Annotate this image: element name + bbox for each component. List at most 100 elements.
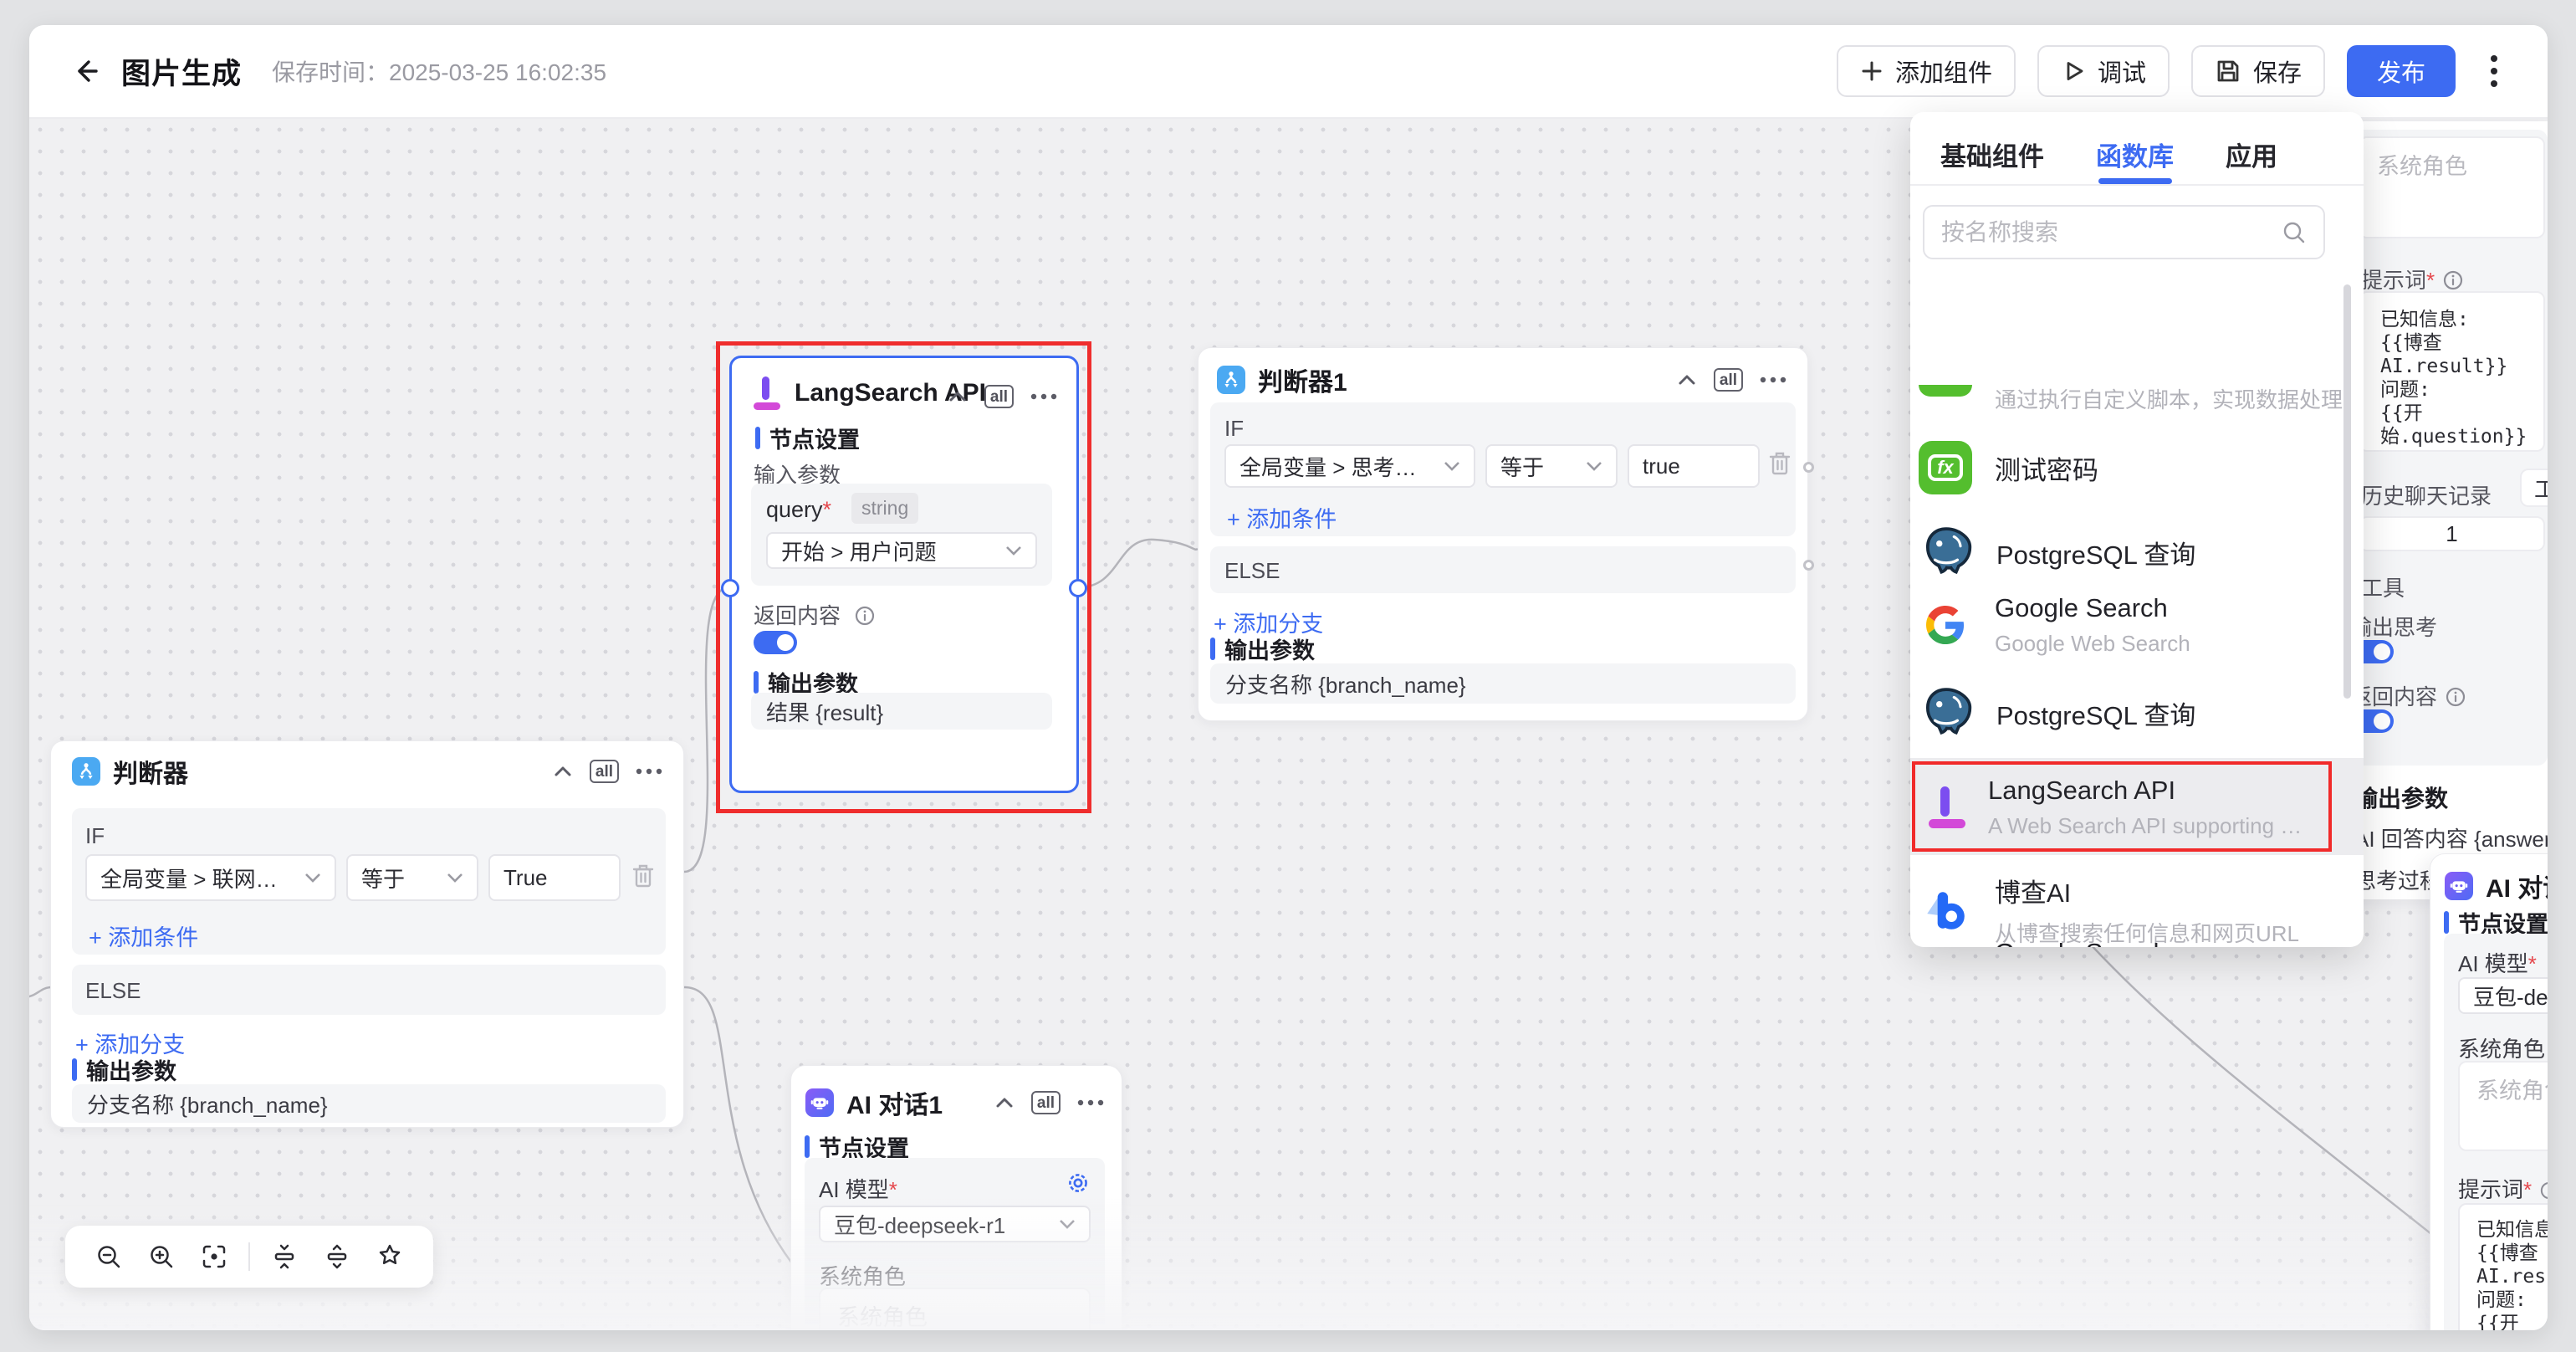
expand-all-icon[interactable] xyxy=(319,1238,355,1275)
node-more-icon[interactable] xyxy=(1759,376,1787,384)
add-condition-link[interactable]: + 添加条件 xyxy=(89,919,198,952)
system-role-textarea[interactable] xyxy=(2359,136,2545,238)
save-time: 保存时间：2025-03-25 16:02:35 xyxy=(272,54,606,88)
run-all-icon[interactable]: all xyxy=(590,760,619,783)
node-langsearch[interactable]: LangSearch API all 节点设置 输入参数 query* stri… xyxy=(729,356,1079,793)
collapse-icon[interactable] xyxy=(994,1092,1015,1114)
prompt-label: 提示词 xyxy=(2361,268,2426,293)
system-role-textarea[interactable] xyxy=(819,1288,1091,1330)
delete-condition-icon[interactable] xyxy=(1769,451,1791,480)
param-name: query xyxy=(766,497,823,522)
model-settings-gear-icon[interactable] xyxy=(1066,1171,1090,1199)
magic-star-icon[interactable] xyxy=(371,1238,408,1275)
header-actions: 添加组件 调试 保存 发布 xyxy=(1837,45,2511,97)
run-all-icon[interactable]: all xyxy=(984,385,1014,408)
save-button[interactable]: 保存 xyxy=(2191,45,2325,97)
toolbar-divider xyxy=(248,1242,250,1271)
condition-operator-select[interactable]: 等于 xyxy=(1485,444,1618,488)
edge-to-ai2 xyxy=(2062,912,2431,1234)
plus-icon xyxy=(1860,59,1883,83)
list-item-langsearch[interactable]: LangSearch APIA Web Search API supportin… xyxy=(1910,776,2364,839)
palette-tabs: 基础组件 函数库 应用 xyxy=(1910,112,2364,186)
info-icon xyxy=(2540,1180,2548,1205)
edge-langsearch-to-judge1 xyxy=(1079,540,1198,587)
node-more-icon[interactable] xyxy=(1076,1098,1105,1107)
info-icon xyxy=(849,606,875,631)
list-item[interactable]: Google SearchGoogle Web Search xyxy=(1910,938,2364,947)
langsearch-icon xyxy=(1929,786,1965,828)
delete-condition-icon[interactable] xyxy=(632,863,654,893)
model-select[interactable]: 豆包-deepseek-r1 xyxy=(2458,977,2548,1014)
add-component-button[interactable]: 添加组件 xyxy=(1837,45,2016,97)
prompt-box[interactable]: 已知信息: {{博查AI.result}} 问题: {{开始.question}… xyxy=(2359,291,2545,452)
node-judge[interactable]: 判断器 all IF 全局变量 > 联网查询 等于 + 添加条件 ELSE xyxy=(50,740,684,1128)
zoom-out-icon[interactable] xyxy=(90,1238,127,1275)
tab-basic-components[interactable]: 基础组件 xyxy=(1940,136,2044,184)
return-content-toggle[interactable] xyxy=(754,631,797,654)
chevron-down-icon xyxy=(1005,545,1022,556)
edge-judge-to-langsearch xyxy=(684,587,729,872)
fit-view-icon[interactable] xyxy=(196,1238,233,1275)
condition-value-input[interactable] xyxy=(488,854,621,901)
collapse-icon[interactable] xyxy=(947,386,969,407)
collapse-icon[interactable] xyxy=(1676,369,1698,391)
add-condition-link[interactable]: + 添加条件 xyxy=(1227,501,1337,534)
more-menu-icon[interactable] xyxy=(2477,45,2511,97)
list-item[interactable]: PostgreSQL 查询 xyxy=(1910,684,2364,742)
condition-value-input[interactable] xyxy=(1628,444,1760,488)
param-value-select[interactable]: 开始 > 用户问题 xyxy=(766,532,1037,569)
branch-port-else[interactable] xyxy=(1803,560,1814,571)
tab-apps[interactable]: 应用 xyxy=(2226,136,2277,184)
google-icon xyxy=(1919,606,1972,644)
condition-variable-select[interactable]: 全局变量 > 联网查询 xyxy=(85,854,336,901)
langsearch-node-icon xyxy=(754,376,782,410)
system-role-textarea[interactable] xyxy=(2458,1061,2548,1151)
node-title: 判断器1 xyxy=(1258,361,1347,398)
page-title: 图片生成 xyxy=(121,50,242,93)
save-icon xyxy=(2215,58,2241,84)
judge-node-icon xyxy=(72,757,100,786)
node-more-icon[interactable] xyxy=(635,767,663,776)
model-label: AI 模型 xyxy=(819,1177,889,1202)
list-item[interactable]: fx 测试密码 xyxy=(1910,441,2364,494)
node-more-icon[interactable] xyxy=(1030,392,1058,401)
output-port[interactable] xyxy=(1069,579,1087,597)
zoom-in-icon[interactable] xyxy=(143,1238,180,1275)
condition-variable-select[interactable]: 全局变量 > 思考过程 xyxy=(1224,444,1475,488)
list-item[interactable]: 博查AI从博查搜索任何信息和网页URL xyxy=(1910,872,2364,947)
list-item[interactable]: Google SearchGoogle Web Search xyxy=(1910,593,2364,657)
condition-operator-select[interactable]: 等于 xyxy=(346,854,478,901)
palette-list: 通过执行自定义脚本，实现数据处理 fx 测试密码 PostgreSQL 查询 G… xyxy=(1910,242,2364,947)
run-all-icon[interactable]: all xyxy=(1031,1091,1061,1114)
bocha-ai-icon xyxy=(1919,886,1972,935)
collapse-icon[interactable] xyxy=(552,760,574,782)
model-select[interactable]: 豆包-deepseek-r1 xyxy=(819,1206,1091,1242)
list-item-partial[interactable]: 通过执行自定义脚本，实现数据处理 xyxy=(1910,380,2364,414)
component-palette: 基础组件 函数库 应用 通过执行自定义脚本，实现数据处理 fx 测试密码 Po xyxy=(1910,112,2364,947)
chevron-down-icon xyxy=(1444,461,1460,472)
system-role-label: 系统角色 xyxy=(819,1260,906,1291)
prompt-box[interactable]: 已知信息: {{博查AI.result}} 问题: {{开始.question}… xyxy=(2458,1203,2548,1330)
history-unit-button[interactable]: 工 xyxy=(2520,469,2548,507)
run-all-icon[interactable]: all xyxy=(1714,368,1743,392)
if-label: IF xyxy=(1224,416,1244,442)
canvas-toolbar xyxy=(65,1226,433,1288)
node-ai-chat2[interactable]: AI 对话2 节点设置 AI 模型* 豆包-deepseek-r1 系统角色 提… xyxy=(2430,853,2548,1330)
back-icon[interactable] xyxy=(69,54,103,88)
output-thinking: 思考过程 xyxy=(2354,864,2441,895)
publish-button[interactable]: 发布 xyxy=(2347,45,2456,97)
debug-button[interactable]: 调试 xyxy=(2037,45,2170,97)
output-param: 分支名称 {branch_name} xyxy=(1210,663,1796,704)
node-ai-chat1[interactable]: AI 对话1 all 节点设置 AI 模型* 豆包-deepseek-r1 系统… xyxy=(790,1065,1122,1330)
history-count-input[interactable]: 1 xyxy=(2359,516,2545,551)
chevron-down-icon xyxy=(447,873,463,883)
input-port[interactable] xyxy=(721,579,739,597)
list-item[interactable]: PostgreSQL 查询 xyxy=(1910,523,2364,581)
palette-scrollbar[interactable] xyxy=(2343,284,2351,699)
collapse-all-icon[interactable] xyxy=(266,1238,303,1275)
node-judge1[interactable]: 判断器1 all IF 全局变量 > 思考过程 等于 + 添加条件 ELSE xyxy=(1198,347,1808,721)
postgresql-icon xyxy=(1919,523,1974,581)
postgresql-icon xyxy=(1919,684,1974,742)
tab-function-library[interactable]: 函数库 xyxy=(2096,136,2174,184)
branch-port-if[interactable] xyxy=(1803,462,1814,473)
